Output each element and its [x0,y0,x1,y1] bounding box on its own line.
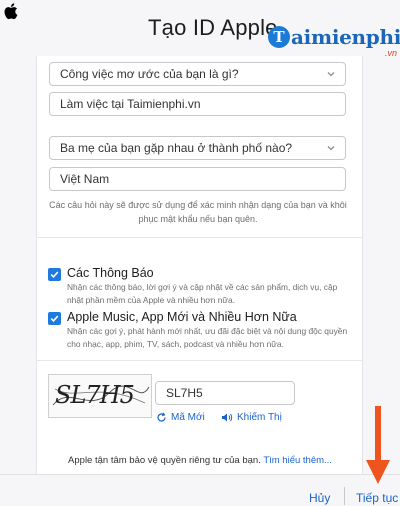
announcements-description: Nhận các thông báo, lời gợi ý và cập nhậ… [67,282,338,305]
security-question-3-value: Ba mẹ của bạn gặp nhau ở thành phố nào? [60,141,293,155]
audio-captcha-label: Khiếm Thị [237,412,282,423]
side-background-left [0,56,36,474]
security-answer-3-value: Việt Nam [60,172,110,186]
captcha-image: SL7H5 [48,374,152,418]
security-question-3-select[interactable]: Ba mẹ của bạn gặp nhau ở thành phố nào? [49,136,346,160]
captcha-text: SL7H5 [55,381,135,409]
continue-button[interactable]: Tiếp tục [356,491,398,505]
arrow-down-icon [366,406,390,484]
learn-more-link[interactable]: Tìm hiểu thêm... [263,455,332,466]
chevron-down-icon [327,146,335,151]
watermark-logo: T aimienphi .vn [268,22,400,58]
checkmark-icon [50,271,59,278]
divider [37,360,363,361]
security-answer-2-input[interactable]: Làm việc tại Taimienphi.vn [49,92,346,116]
security-answer-3-input[interactable]: Việt Nam [49,167,346,191]
announcements-title: Các Thông Báo [67,266,154,280]
speaker-icon [222,413,233,422]
new-captcha-link[interactable]: Mã Mới [156,412,205,423]
watermark-mark-icon: T [268,26,290,48]
apple-logo-icon [4,3,18,20]
checkmark-icon [50,315,59,322]
announcements-checkbox[interactable] [48,268,61,281]
privacy-note: Apple tận tâm bảo vệ quyền riêng tư của … [36,455,364,466]
apple-music-title: Apple Music, App Mới và Nhiều Hơn Nữa [67,310,297,324]
page-title: Tạo ID Apple [148,15,278,40]
watermark-text: aimienphi [291,25,400,49]
audio-captcha-link[interactable]: Khiếm Thị [221,412,282,423]
captcha-input-value: SL7H5 [166,386,203,400]
apple-music-checkbox[interactable] [48,312,61,325]
captcha-input[interactable]: SL7H5 [155,381,295,405]
bottom-bar [0,474,400,506]
apple-music-description: Nhận các gợi ý, phát hành mới nhất, ưu đ… [67,326,348,349]
cancel-button[interactable]: Hủy [309,491,330,505]
button-separator [344,487,345,505]
security-questions-hint: Các câu hỏi này sẽ được sử dụng để xác m… [49,200,347,224]
divider [37,237,363,238]
new-captcha-label: Mã Mới [171,412,205,423]
refresh-icon [157,412,166,422]
privacy-text: Apple tận tâm bảo vệ quyền riêng tư của … [68,455,261,466]
chevron-down-icon [327,72,335,77]
security-answer-2-value: Làm việc tại Taimienphi.vn [60,97,201,111]
security-question-2-value: Công việc mơ ước của bạn là gì? [60,67,239,81]
security-question-2-select[interactable]: Công việc mơ ước của bạn là gì? [49,62,346,86]
